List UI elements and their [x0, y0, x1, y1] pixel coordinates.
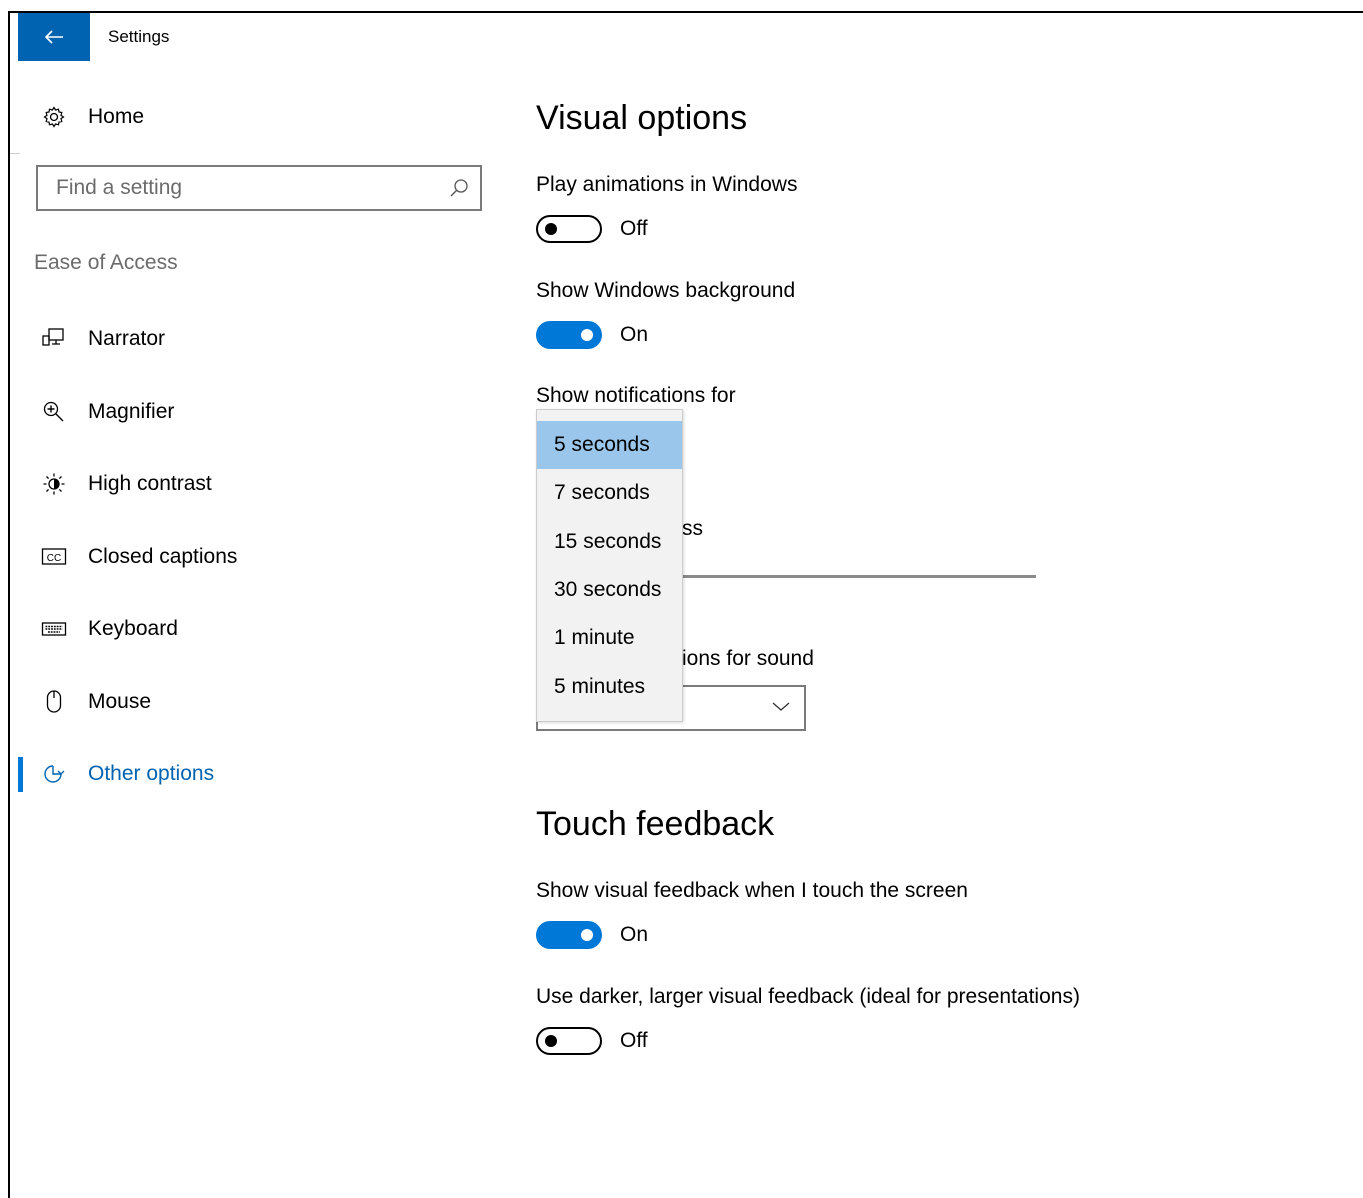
sidebar-item-magnifier[interactable]: Magnifier — [10, 376, 500, 449]
toggle-switch[interactable] — [536, 215, 602, 243]
sidebar-item-other-options[interactable]: Other options — [10, 738, 500, 811]
back-button[interactable] — [18, 13, 90, 61]
show-background-toggle[interactable]: On — [536, 321, 648, 349]
nav-list: Narrator Magnifier High contrast CC Clos… — [10, 303, 500, 811]
dropdown-list: 5 seconds 7 seconds 15 seconds 30 second… — [537, 421, 682, 711]
toggle-state-text: Off — [620, 217, 648, 240]
sidebar-item-label: Narrator — [88, 327, 166, 351]
touch-feedback-toggle[interactable]: On — [536, 921, 648, 949]
search-icon[interactable] — [448, 177, 470, 204]
toggle-knob — [545, 223, 557, 235]
sidebar-item-label: Closed captions — [88, 544, 238, 568]
keyboard-icon — [40, 620, 68, 638]
toggle-state-text: Off — [620, 1029, 648, 1052]
sidebar-item-label: Other options — [88, 762, 215, 786]
sidebar-item-label: Magnifier — [88, 399, 175, 423]
home-label: Home — [88, 105, 145, 128]
sidebar-item-keyboard[interactable]: Keyboard — [10, 593, 500, 666]
toggle-switch[interactable] — [536, 921, 602, 949]
active-indicator — [18, 757, 23, 792]
cursor-thickness-slider[interactable] — [682, 575, 1036, 578]
toggle-state-text: On — [620, 323, 649, 346]
gear-icon — [40, 105, 68, 129]
toggle-switch[interactable] — [536, 1027, 602, 1055]
dropdown-option-5-minutes[interactable]: 5 minutes — [537, 662, 682, 710]
search-box[interactable] — [36, 165, 482, 211]
sidebar-item-label: Keyboard — [88, 617, 178, 641]
sidebar-item-label: High contrast — [88, 472, 212, 496]
settings-window: Settings Home Ease of Access — [8, 11, 1363, 1198]
notifications-dropdown[interactable]: 5 seconds 7 seconds 15 seconds 30 second… — [536, 409, 683, 722]
main-content: Visual options Play animations in Window… — [536, 13, 1336, 1113]
chevron-down-icon — [770, 697, 792, 720]
darker-feedback-label: Use darker, larger visual feedback (idea… — [536, 985, 1080, 1008]
toggle-knob — [545, 1035, 557, 1047]
magnifier-icon — [40, 400, 68, 424]
dropdown-option-30-seconds[interactable]: 30 seconds — [537, 566, 682, 614]
sidebar-item-narrator[interactable]: Narrator — [10, 303, 500, 376]
back-arrow-icon — [44, 30, 63, 44]
toggle-knob — [581, 929, 593, 941]
toggle-switch[interactable] — [536, 321, 602, 349]
sidebar-item-closed-captions[interactable]: CC Closed captions — [10, 521, 500, 594]
mouse-icon — [40, 689, 68, 715]
darker-feedback-toggle[interactable]: Off — [536, 1027, 648, 1055]
high-contrast-icon — [40, 472, 68, 496]
section-label: Ease of Access — [34, 251, 178, 274]
other-options-icon — [40, 762, 68, 786]
closed-captions-icon: CC — [40, 547, 68, 567]
divider — [10, 153, 20, 154]
notifications-label: Show notifications for — [536, 384, 736, 407]
show-background-label: Show Windows background — [536, 279, 796, 302]
app-title: Settings — [108, 27, 170, 46]
svg-text:CC: CC — [47, 553, 61, 564]
visual-options-heading: Visual options — [536, 99, 748, 137]
partial-sound-label: ions for sound — [682, 647, 814, 670]
dropdown-option-5-seconds[interactable]: 5 seconds — [537, 421, 682, 470]
toggle-state-text: On — [620, 923, 649, 946]
search-input[interactable] — [54, 175, 438, 201]
dropdown-option-1-minute[interactable]: 1 minute — [537, 614, 682, 662]
sidebar-item-high-contrast[interactable]: High contrast — [10, 448, 500, 521]
home-link[interactable]: Home — [40, 101, 144, 133]
play-animations-label: Play animations in Windows — [536, 173, 798, 196]
dropdown-option-15-seconds[interactable]: 15 seconds — [537, 518, 682, 566]
sidebar-item-label: Mouse — [88, 689, 152, 713]
sidebar-item-mouse[interactable]: Mouse — [10, 666, 500, 739]
touch-feedback-heading: Touch feedback — [536, 805, 775, 843]
narrator-icon — [40, 327, 68, 351]
toggle-knob — [581, 329, 593, 341]
touch-feedback-label: Show visual feedback when I touch the sc… — [536, 879, 968, 902]
play-animations-toggle[interactable]: Off — [536, 215, 648, 243]
partial-thickness-label: ss — [682, 517, 703, 540]
dropdown-option-7-seconds[interactable]: 7 seconds — [537, 469, 682, 517]
